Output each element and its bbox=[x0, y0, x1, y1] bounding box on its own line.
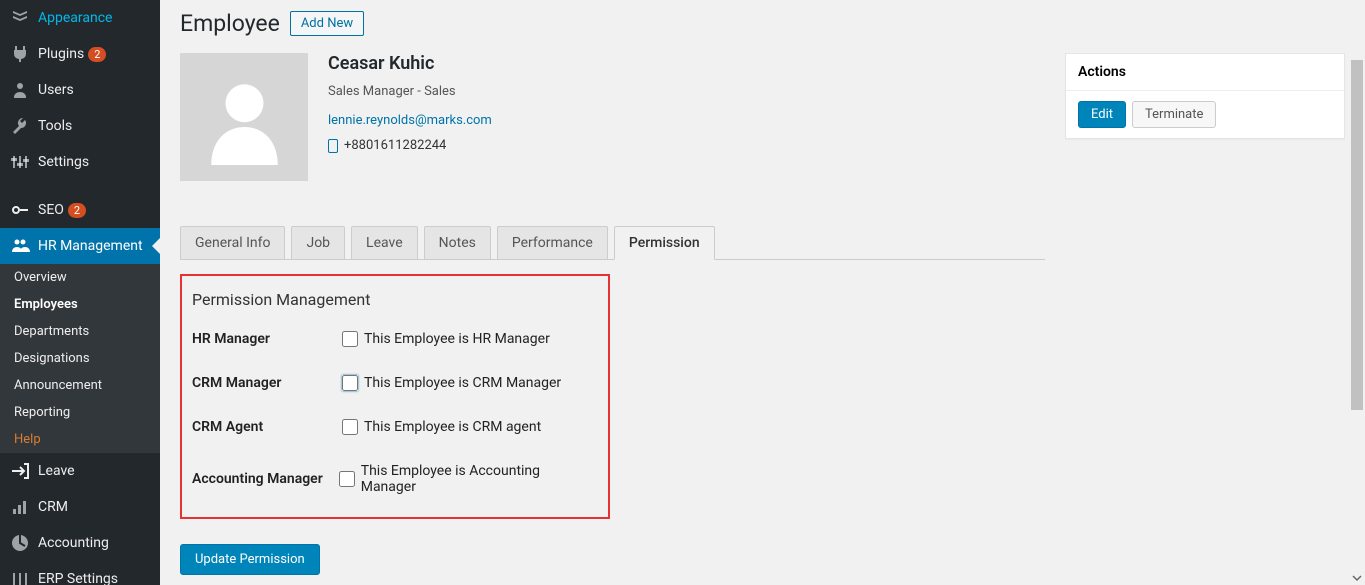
add-new-button[interactable]: Add New bbox=[290, 11, 364, 36]
sidebar-label: CRM bbox=[38, 499, 68, 515]
sidebar-item-erp-settings[interactable]: ERP Settings bbox=[0, 561, 160, 585]
tab-leave[interactable]: Leave bbox=[351, 226, 418, 259]
crm-manager-checkbox[interactable] bbox=[342, 375, 358, 391]
page-header: Employee Add New bbox=[180, 10, 1345, 37]
submenu-overview[interactable]: Overview bbox=[0, 264, 160, 291]
hr-icon bbox=[10, 236, 30, 256]
sidebar-label: Accounting bbox=[38, 535, 109, 551]
sidebar-item-plugins[interactable]: Plugins 2 bbox=[0, 36, 160, 72]
employee-role: Sales Manager - Sales bbox=[328, 84, 492, 99]
hr-manager-checkbox[interactable] bbox=[342, 331, 358, 347]
sidebar-item-hr-management[interactable]: HR Management bbox=[0, 228, 160, 264]
leave-icon bbox=[10, 461, 30, 481]
actions-title: Actions bbox=[1066, 54, 1344, 91]
accounting-icon bbox=[10, 533, 30, 553]
permission-row-crm-agent: CRM Agent This Employee is CRM agent bbox=[182, 419, 594, 435]
submenu-announcement[interactable]: Announcement bbox=[0, 372, 160, 399]
page-title: Employee bbox=[180, 10, 280, 37]
sidebar-label: Tools bbox=[38, 118, 72, 134]
sidebar-label: Leave bbox=[38, 463, 75, 479]
permission-row-hr-manager: HR Manager This Employee is HR Manager bbox=[182, 331, 594, 347]
seo-icon bbox=[10, 200, 30, 220]
update-permission-button[interactable]: Update Permission bbox=[180, 544, 320, 575]
main-content: Employee Add New Ceasar Kuhic Sales Mana… bbox=[160, 0, 1365, 585]
crm-icon bbox=[10, 497, 30, 517]
permission-label: HR Manager bbox=[192, 331, 342, 347]
permission-desc: This Employee is CRM Manager bbox=[364, 375, 561, 391]
sidebar-label: Settings bbox=[38, 154, 89, 170]
permission-label: CRM Manager bbox=[192, 375, 342, 391]
appearance-icon bbox=[10, 8, 30, 28]
sidebar-label: Appearance bbox=[38, 10, 112, 26]
tools-icon bbox=[10, 116, 30, 136]
sidebar-item-accounting[interactable]: Accounting bbox=[0, 525, 160, 561]
tab-general-info[interactable]: General Info bbox=[180, 226, 285, 259]
tab-notes[interactable]: Notes bbox=[424, 226, 491, 259]
submenu-departments[interactable]: Departments bbox=[0, 318, 160, 345]
avatar bbox=[180, 53, 308, 181]
sidebar-item-appearance[interactable]: Appearance bbox=[0, 0, 160, 36]
permission-row-crm-manager: CRM Manager This Employee is CRM Manager bbox=[182, 375, 594, 391]
permission-desc: This Employee is CRM agent bbox=[364, 419, 541, 435]
submenu-help[interactable]: Help bbox=[0, 426, 160, 453]
employee-profile: Ceasar Kuhic Sales Manager - Sales lenni… bbox=[180, 53, 1045, 181]
settings-icon bbox=[10, 152, 30, 172]
employee-phone: +8801611282244 bbox=[328, 138, 492, 153]
employee-tabs: General Info Job Leave Notes Performance… bbox=[180, 226, 1045, 260]
sidebar-label: SEO bbox=[38, 202, 64, 218]
erp-settings-icon bbox=[10, 569, 30, 585]
scroll-down-icon[interactable] bbox=[1351, 571, 1363, 585]
permission-management-box: Permission Management HR Manager This Em… bbox=[180, 274, 610, 519]
sidebar-label: Plugins bbox=[38, 46, 84, 62]
permission-row-accounting-manager: Accounting Manager This Employee is Acco… bbox=[182, 463, 594, 495]
edit-button[interactable]: Edit bbox=[1078, 101, 1126, 128]
tab-job[interactable]: Job bbox=[291, 226, 345, 259]
accounting-manager-checkbox[interactable] bbox=[339, 471, 355, 487]
sidebar-item-seo[interactable]: SEO 2 bbox=[0, 192, 160, 228]
sidebar-label: ERP Settings bbox=[38, 571, 118, 585]
plugins-icon bbox=[10, 44, 30, 64]
actions-panel: Actions Edit Terminate bbox=[1065, 53, 1345, 139]
notification-badge: 2 bbox=[88, 47, 106, 62]
notification-badge: 2 bbox=[68, 203, 86, 218]
sidebar-item-tools[interactable]: Tools bbox=[0, 108, 160, 144]
tab-performance[interactable]: Performance bbox=[497, 226, 608, 259]
permission-label: CRM Agent bbox=[192, 419, 342, 435]
submenu-employees[interactable]: Employees bbox=[0, 291, 160, 318]
permission-label: Accounting Manager bbox=[192, 471, 339, 487]
permission-desc: This Employee is Accounting Manager bbox=[361, 463, 594, 495]
terminate-button[interactable]: Terminate bbox=[1132, 101, 1216, 128]
hr-submenu: Overview Employees Departments Designati… bbox=[0, 264, 160, 453]
users-icon bbox=[10, 80, 30, 100]
sidebar-item-settings[interactable]: Settings bbox=[0, 144, 160, 180]
tab-permission[interactable]: Permission bbox=[614, 226, 715, 260]
page-scrollbar[interactable] bbox=[1351, 0, 1363, 585]
scrollbar-thumb[interactable] bbox=[1351, 60, 1363, 410]
permission-title: Permission Management bbox=[182, 290, 594, 309]
employee-name: Ceasar Kuhic bbox=[328, 53, 492, 74]
sidebar-label: Users bbox=[38, 82, 74, 98]
sidebar-item-users[interactable]: Users bbox=[0, 72, 160, 108]
permission-desc: This Employee is HR Manager bbox=[364, 331, 550, 347]
sidebar-item-crm[interactable]: CRM bbox=[0, 489, 160, 525]
submenu-reporting[interactable]: Reporting bbox=[0, 399, 160, 426]
employee-phone-value: +8801611282244 bbox=[344, 138, 446, 153]
sidebar-item-leave[interactable]: Leave bbox=[0, 453, 160, 489]
sidebar-label: HR Management bbox=[38, 238, 143, 254]
admin-sidebar: Appearance Plugins 2 Users Tools Setting… bbox=[0, 0, 160, 585]
employee-email-link[interactable]: lennie.reynolds@marks.com bbox=[328, 113, 492, 128]
crm-agent-checkbox[interactable] bbox=[342, 419, 358, 435]
phone-icon bbox=[328, 139, 338, 153]
submenu-designations[interactable]: Designations bbox=[0, 345, 160, 372]
